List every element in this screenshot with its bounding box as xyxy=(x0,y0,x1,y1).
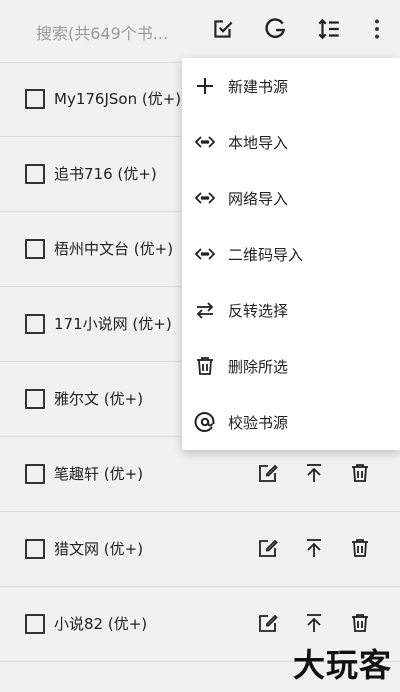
more-icon[interactable] xyxy=(364,16,390,42)
swap-icon xyxy=(193,298,217,322)
menu-item-label: 网络导入 xyxy=(228,190,289,208)
source-checkbox[interactable] xyxy=(25,389,45,409)
import-icon xyxy=(193,130,217,154)
source-name: 171小说网 (优+) xyxy=(54,315,172,333)
source-name: 追书716 (优+) xyxy=(54,165,157,183)
source-checkbox[interactable] xyxy=(25,539,45,559)
move-top-icon[interactable] xyxy=(302,536,326,560)
source-checkbox[interactable] xyxy=(25,164,45,184)
source-checkbox[interactable] xyxy=(25,89,45,109)
delete-icon[interactable] xyxy=(348,461,372,485)
menu-item-label: 校验书源 xyxy=(228,414,289,432)
sort-icon[interactable] xyxy=(316,16,342,42)
menu-item-network-import[interactable]: 网络导入 xyxy=(182,170,400,226)
menu-item-invert-selection[interactable]: 反转选择 xyxy=(182,282,400,338)
source-name: 小说82 (优+) xyxy=(54,615,148,633)
source-checkbox[interactable] xyxy=(25,464,45,484)
menu-item-label: 反转选择 xyxy=(228,302,289,320)
menu-item-label: 删除所选 xyxy=(228,358,289,376)
overflow-menu: 新建书源 本地导入 网络导入 二维码导入 反转选择 删除所选 校验书源 xyxy=(182,58,400,450)
menu-item-delete-selected[interactable]: 删除所选 xyxy=(182,338,400,394)
menu-item-qr-import[interactable]: 二维码导入 xyxy=(182,226,400,282)
move-top-icon[interactable] xyxy=(302,611,326,635)
delete-icon[interactable] xyxy=(348,536,372,560)
import-icon xyxy=(193,242,217,266)
plus-icon xyxy=(193,74,217,98)
import-icon xyxy=(193,186,217,210)
top-toolbar: 搜索(共649个书... xyxy=(0,0,400,63)
menu-item-check-source[interactable]: 校验书源 xyxy=(182,394,400,450)
group-icon[interactable] xyxy=(262,16,288,42)
edit-icon[interactable] xyxy=(256,461,280,485)
menu-item-local-import[interactable]: 本地导入 xyxy=(182,114,400,170)
edit-icon[interactable] xyxy=(256,536,280,560)
source-checkbox[interactable] xyxy=(25,314,45,334)
select-icon[interactable] xyxy=(210,16,236,42)
menu-item-label: 二维码导入 xyxy=(228,246,304,264)
check-source-icon xyxy=(193,410,217,434)
source-checkbox[interactable] xyxy=(25,614,45,634)
source-name: My176JSon (优+) xyxy=(54,90,182,108)
menu-item-new-source[interactable]: 新建书源 xyxy=(182,58,400,114)
watermark-logo: 大玩客 xyxy=(292,646,392,684)
source-name: 笔趣轩 (优+) xyxy=(54,465,144,483)
delete-icon xyxy=(193,354,217,378)
move-top-icon[interactable] xyxy=(302,461,326,485)
source-name: 猎文网 (优+) xyxy=(54,540,144,558)
source-name: 梧州中文台 (优+) xyxy=(54,240,174,258)
list-item[interactable]: 猎文网 (优+) xyxy=(0,512,400,587)
source-name: 雅尔文 (优+) xyxy=(54,390,144,408)
edit-icon[interactable] xyxy=(256,611,280,635)
menu-item-label: 本地导入 xyxy=(228,134,289,152)
search-input[interactable]: 搜索(共649个书... xyxy=(36,20,168,44)
menu-item-label: 新建书源 xyxy=(228,78,289,96)
delete-icon[interactable] xyxy=(348,611,372,635)
source-checkbox[interactable] xyxy=(25,239,45,259)
